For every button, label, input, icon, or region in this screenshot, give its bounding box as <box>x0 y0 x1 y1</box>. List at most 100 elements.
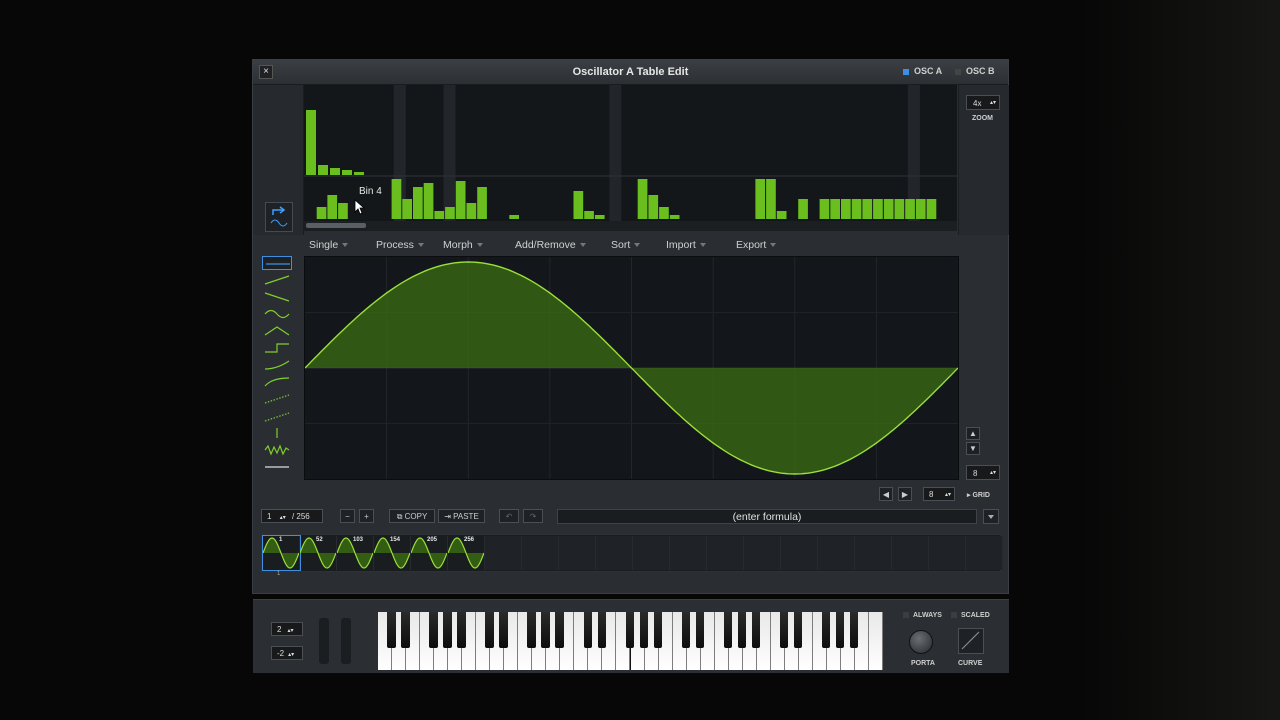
noise-shape-button[interactable] <box>262 443 292 457</box>
spectrum-view[interactable]: Bin 4 <box>304 85 957 231</box>
frame-slot[interactable]: 205 <box>410 536 448 570</box>
phase-bar[interactable] <box>894 199 905 219</box>
mod-wheel[interactable] <box>341 618 351 664</box>
frame-slot[interactable] <box>522 536 559 570</box>
black-key[interactable] <box>625 612 634 648</box>
phase-bar[interactable] <box>402 199 412 219</box>
black-key[interactable] <box>401 612 410 648</box>
formula-dropdown-button[interactable] <box>983 509 999 524</box>
phase-tool-button[interactable] <box>265 202 293 232</box>
waveform-canvas[interactable] <box>304 257 959 479</box>
black-key[interactable] <box>597 612 606 648</box>
frame-slot[interactable] <box>744 536 781 570</box>
phase-bar[interactable] <box>594 215 605 219</box>
black-key[interactable] <box>527 612 536 648</box>
frame-slot[interactable]: 256 <box>447 536 485 570</box>
scaled-checkbox[interactable] <box>951 612 957 619</box>
phase-bar[interactable] <box>434 211 445 219</box>
waveform-editor[interactable] <box>304 256 959 480</box>
black-key[interactable] <box>779 612 789 648</box>
menu-add-remove[interactable]: Add/Remove <box>515 239 586 251</box>
always-checkbox[interactable] <box>903 612 909 619</box>
paste-button[interactable]: ⇥ PASTE <box>438 509 485 523</box>
frame-slot[interactable] <box>485 536 522 570</box>
spectrum-scroll-thumb[interactable] <box>306 223 366 228</box>
flat-line-shape-button[interactable] <box>262 256 292 270</box>
frame-slot[interactable] <box>596 536 633 570</box>
black-key[interactable] <box>429 612 438 648</box>
menu-sort[interactable]: Sort <box>611 239 641 251</box>
up-down-shape-button[interactable] <box>262 426 292 440</box>
frame-strip[interactable]: 1 52 103 154 205 256 <box>261 534 1003 572</box>
frame-slot[interactable]: 52 <box>299 536 337 570</box>
frame-slot[interactable] <box>892 536 929 570</box>
piano-keyboard[interactable] <box>378 612 883 670</box>
add-frame-button[interactable]: + <box>359 509 374 523</box>
black-key[interactable] <box>555 612 564 648</box>
magnitude-bar[interactable] <box>330 168 340 175</box>
phase-bar[interactable] <box>883 199 894 219</box>
porta-knob[interactable] <box>909 630 933 654</box>
saw-down-shape-button[interactable] <box>262 290 292 304</box>
expand-shape-button[interactable] <box>262 460 292 474</box>
redo-button[interactable]: ↷ <box>523 509 543 523</box>
phase-bar[interactable] <box>338 203 348 219</box>
phase-bar[interactable] <box>423 183 434 219</box>
phase-bar[interactable] <box>648 195 659 219</box>
phase-bar[interactable] <box>584 211 594 219</box>
phase-bar[interactable] <box>798 199 808 219</box>
phase-bar[interactable] <box>830 199 840 219</box>
grid-snap-select[interactable]: 8 ▴▾ <box>923 487 955 501</box>
frame-slot[interactable] <box>707 536 744 570</box>
phase-bar[interactable] <box>766 179 776 219</box>
frame-slot[interactable]: 154 <box>373 536 411 570</box>
black-key[interactable] <box>793 612 803 648</box>
phase-bar[interactable] <box>445 207 455 219</box>
phase-bar[interactable] <box>391 179 402 219</box>
phase-bar[interactable] <box>573 191 584 219</box>
black-key[interactable] <box>821 612 831 648</box>
phase-bar[interactable] <box>755 179 766 219</box>
frame-slot[interactable]: 1 <box>262 535 301 571</box>
undo-button[interactable]: ↶ <box>499 509 519 523</box>
black-key[interactable] <box>751 612 761 648</box>
square-shape-button[interactable] <box>262 358 292 372</box>
pitch-wheel[interactable] <box>319 618 329 664</box>
black-key[interactable] <box>387 612 396 648</box>
pitch-bend-down-field[interactable]: -2 ▴▾ <box>271 646 303 660</box>
frame-slot[interactable] <box>781 536 818 570</box>
frame-slot[interactable] <box>670 536 707 570</box>
curve-button[interactable] <box>958 628 984 654</box>
shift-left-button[interactable]: ◀ <box>879 487 893 501</box>
pitch-bend-up-field[interactable]: 2 ▴▾ <box>271 622 303 636</box>
phase-bar[interactable] <box>455 181 466 219</box>
ramp-shape-button[interactable] <box>262 375 292 389</box>
black-key[interactable] <box>499 612 508 648</box>
black-key[interactable] <box>653 612 663 648</box>
triangle-shape-button[interactable] <box>262 324 292 338</box>
magnitude-bar[interactable] <box>306 110 316 175</box>
phase-bar[interactable] <box>659 207 669 219</box>
black-key[interactable] <box>583 612 592 648</box>
magnitude-bar[interactable] <box>342 170 352 175</box>
magnitude-bar[interactable] <box>318 165 328 175</box>
menu-import[interactable]: Import <box>666 239 706 251</box>
black-key[interactable] <box>681 612 691 648</box>
copy-button[interactable]: ⧉ COPY <box>389 509 435 523</box>
spectrum-bars[interactable] <box>304 85 957 221</box>
phase-bar[interactable] <box>851 199 862 219</box>
frame-slot[interactable] <box>633 536 670 570</box>
phase-bar[interactable] <box>776 211 787 219</box>
black-key[interactable] <box>850 612 859 648</box>
black-key[interactable] <box>639 612 649 648</box>
phase-bar[interactable] <box>873 199 883 219</box>
grid-value-select[interactable]: 8 ▴▾ <box>966 465 1000 480</box>
black-key[interactable] <box>443 612 452 648</box>
black-key[interactable] <box>695 612 705 648</box>
black-key[interactable] <box>836 612 845 648</box>
dotted-ramp-shape-button[interactable] <box>262 392 292 406</box>
phase-bar[interactable] <box>926 199 937 219</box>
phase-bar[interactable] <box>905 199 915 219</box>
black-key[interactable] <box>723 612 733 648</box>
phase-bar[interactable] <box>841 199 851 219</box>
